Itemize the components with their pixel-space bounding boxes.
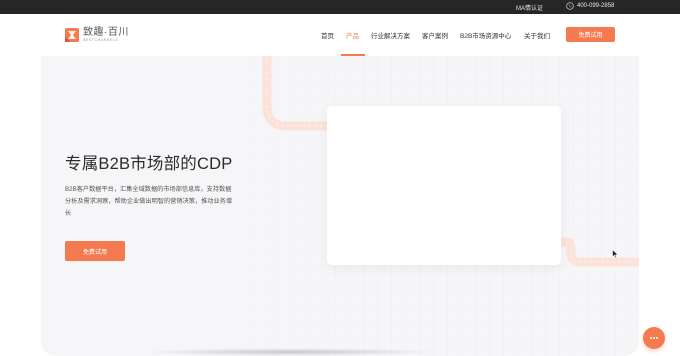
phone-number: 400-099-2858	[577, 3, 615, 9]
chat-bubble-icon	[650, 337, 658, 339]
mouse-cursor-icon	[612, 249, 619, 259]
phone-icon	[566, 2, 574, 10]
top-bar: MA情认证 400-099-2858	[0, 0, 680, 14]
phone-contact[interactable]: 400-099-2858	[566, 2, 614, 10]
brand-wordmark: 致趣·百川 BESTCHANNELS	[83, 26, 129, 43]
nav-item-resources[interactable]: B2B市场资源中心	[460, 30, 511, 40]
page: MA情认证 400-099-2858 致趣·百川 BESTCHANNELS 首页…	[0, 0, 680, 356]
brand-subtitle: BESTCHANNELS	[83, 37, 119, 42]
brand-name: 致趣·百川	[83, 26, 129, 38]
nav-item-products[interactable]: 产品	[346, 30, 359, 40]
nav-item-home[interactable]: 首页	[321, 30, 334, 40]
nav-item-about[interactable]: 关于我们	[524, 30, 550, 40]
hero-free-trial-button[interactable]: 免费试用	[65, 241, 125, 261]
section-shadow	[140, 348, 440, 356]
chat-button[interactable]	[643, 327, 665, 349]
brand-logo-icon	[65, 28, 79, 42]
hero-section: 专属B2B市场部的CDP B2B客户数据平台，汇集全域数据的市场部信息库，支持数…	[41, 56, 639, 356]
nav-item-cases[interactable]: 客户案例	[422, 30, 448, 40]
hero-title: 专属B2B市场部的CDP	[65, 155, 233, 173]
nav-item-solutions[interactable]: 行业解决方案	[371, 30, 410, 40]
certification-link[interactable]: MA情认证	[516, 3, 543, 12]
free-trial-button[interactable]: 免费试用	[566, 27, 615, 42]
main-header: 致趣·百川 BESTCHANNELS 首页 产品 行业解决方案 客户案例 B2B…	[0, 14, 680, 56]
hero-description: B2B客户数据平台，汇集全域数据的市场部信息库，支持数据分析及需求洞察，帮助企业…	[65, 186, 233, 217]
brand-logo[interactable]: 致趣·百川 BESTCHANNELS	[64, 27, 129, 43]
hero-image-card	[327, 106, 561, 265]
